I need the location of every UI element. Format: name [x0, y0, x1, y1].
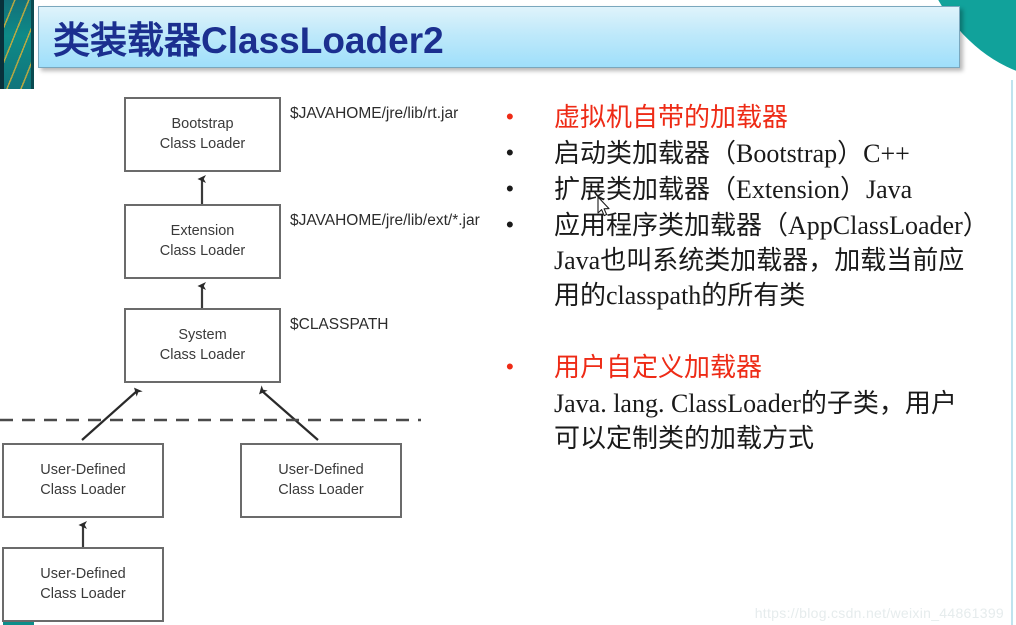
- bullet-dot-icon: •: [506, 354, 514, 379]
- bullet-item-appclassloader: • 应用程序类加载器（AppClassLoader） Java也叫系统类加载器，…: [498, 208, 1016, 313]
- bullet-content-panel: • 虚拟机自带的加载器 • 启动类加载器（Bootstrap）C++ • 扩展类…: [498, 100, 1016, 457]
- bullet-item-text: 扩展类加载器（Extension）Java: [554, 175, 913, 204]
- bullet-item-bootstrap: • 启动类加载器（Bootstrap）C++: [498, 136, 1016, 171]
- node-label-line2: Class Loader: [278, 481, 364, 498]
- diagram-path-label-rt-jar: $JAVAHOME/jre/lib/rt.jar: [290, 105, 459, 122]
- node-label-line1: System: [178, 326, 227, 343]
- bullet-item-text-block: Java. lang. ClassLoader的子类，用户 可以定制类的加载方式: [554, 386, 1016, 456]
- bullet-dot-icon: •: [506, 104, 514, 129]
- bullet-heading-builtin-loaders: • 虚拟机自带的加载器: [498, 100, 1016, 135]
- bullet-item-classloader-subclass: Java. lang. ClassLoader的子类，用户 可以定制类的加载方式: [498, 386, 1016, 456]
- diagram-node-user-defined-right: User-Defined Class Loader: [240, 443, 402, 518]
- diagram-node-user-defined-left: User-Defined Class Loader: [2, 443, 164, 518]
- diagram-node-user-defined-bottom: User-Defined Class Loader: [2, 547, 164, 622]
- bullet-item-line-2: 可以定制类的加载方式: [554, 424, 815, 453]
- bullet-heading-text: 用户自定义加载器: [554, 353, 763, 382]
- bullet-item-line-3: 用的classpath的所有类: [554, 281, 806, 310]
- node-label-line1: Extension: [170, 222, 235, 239]
- diagram-node-system: System Class Loader: [124, 308, 281, 383]
- node-label-line1: User-Defined: [40, 565, 126, 582]
- slide-canvas: 类装载器ClassLoader2 Bootstrap Class Loader …: [0, 0, 1016, 625]
- bullet-item-text: 启动类加载器（Bootstrap）C++: [554, 139, 910, 168]
- node-label-line2: Class Loader: [159, 346, 246, 363]
- diagram-node-bootstrap: Bootstrap Class Loader: [124, 97, 281, 172]
- diagram-node-extension: Extension Class Loader: [124, 204, 281, 279]
- watermark-text: https://blog.csdn.net/weixin_44861399: [754, 605, 1004, 621]
- bullet-item-line-1: Java. lang. ClassLoader的子类，用户: [554, 389, 957, 418]
- node-label-line1: Bootstrap: [171, 115, 234, 132]
- classloader-hierarchy-diagram: Bootstrap Class Loader Extension Class L…: [0, 80, 500, 625]
- page-title: 类装载器ClassLoader2: [53, 20, 444, 61]
- bullet-dot-icon: •: [506, 140, 514, 165]
- bullet-dot-icon: •: [506, 212, 514, 237]
- bullet-dot-spacer: [498, 386, 554, 420]
- bullet-heading-user-defined-loaders: • 用户自定义加载器: [498, 350, 1016, 385]
- bullet-dot-icon: •: [506, 176, 514, 201]
- node-label-line2: Class Loader: [159, 135, 246, 152]
- node-label-line2: Class Loader: [40, 585, 126, 602]
- bullet-item-text-block: 应用程序类加载器（AppClassLoader） Java也叫系统类加载器，加载…: [554, 208, 1016, 313]
- bullet-item-extension: • 扩展类加载器（Extension）Java: [498, 172, 1016, 207]
- bullet-heading-text: 虚拟机自带的加载器: [554, 103, 789, 132]
- diagram-path-label-ext-jar: $JAVAHOME/jre/lib/ext/*.jar: [290, 212, 480, 229]
- node-label-line1: User-Defined: [40, 461, 126, 478]
- bullet-item-line-1: 应用程序类加载器（AppClassLoader）: [554, 211, 989, 240]
- node-label-line2: Class Loader: [40, 481, 126, 498]
- node-label-line1: User-Defined: [278, 461, 364, 478]
- diagram-path-label-classpath: $CLASSPATH: [290, 316, 389, 333]
- slide-title-box: 类装载器ClassLoader2: [38, 6, 960, 68]
- node-label-line2: Class Loader: [159, 242, 246, 259]
- bullet-item-line-2: Java也叫系统类加载器，加载当前应: [554, 246, 965, 275]
- decorative-left-strip: [0, 0, 34, 89]
